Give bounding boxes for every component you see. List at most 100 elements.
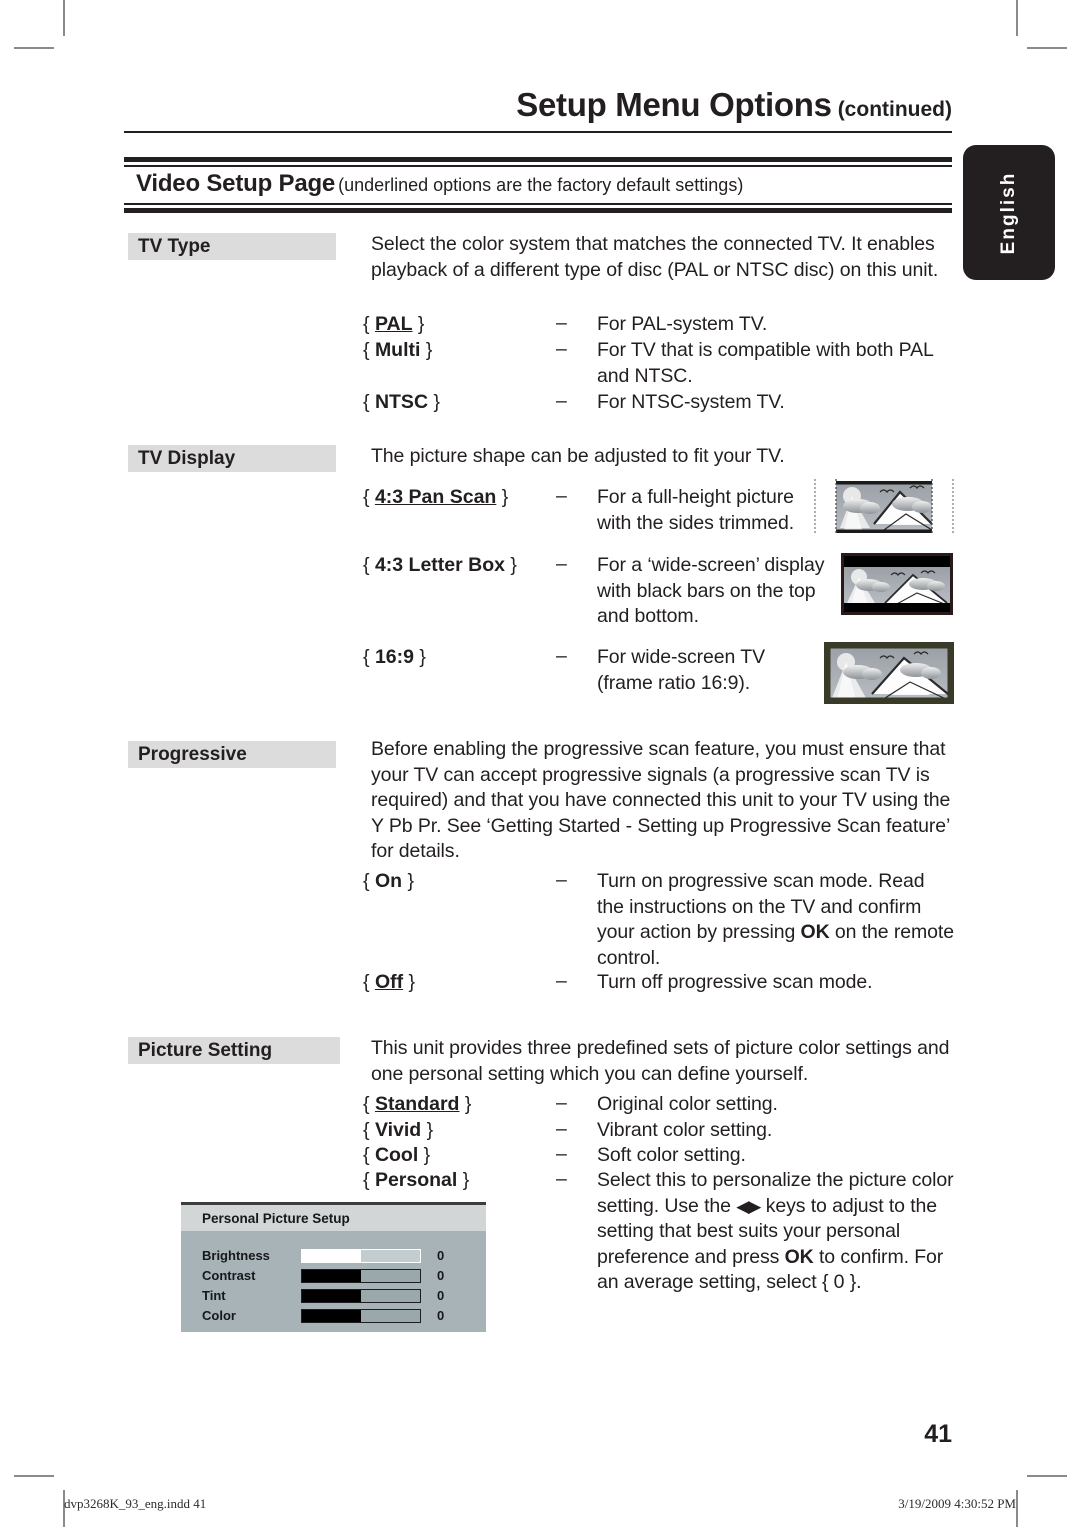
osd-row-value: 0 — [437, 1248, 445, 1263]
option-desc-sixteen-nine: For wide-screen TV (frame ratio 16:9). — [597, 646, 765, 694]
left-right-keys-icon: ◀▶ — [736, 1196, 761, 1216]
option-standard: { Standard } — [363, 1093, 472, 1115]
crop-mark-bottom-right-vertical — [1016, 1490, 1018, 1527]
option-progressive-on: { On } — [363, 870, 414, 892]
option-desc-ntsc: For NTSC-system TV. — [597, 391, 785, 413]
tv-thumbnail-letter-box — [841, 553, 953, 615]
option-pal: { PAL } — [363, 313, 425, 335]
osd-row-contrast[interactable]: Contrast 0 — [202, 1268, 472, 1284]
option-desc-letter-box: For a ‘wide-screen’ display with black b… — [597, 554, 825, 627]
option-multi: { Multi } — [363, 339, 433, 361]
desc-part-bold: OK — [800, 921, 830, 943]
section-label-text: TV Type — [138, 235, 211, 257]
option-vivid: { Vivid } — [363, 1119, 434, 1141]
band-note-text: (underlined options are the factory defa… — [338, 175, 744, 195]
osd-slider-brightness[interactable] — [301, 1249, 421, 1263]
band-rule-top-thick — [124, 157, 952, 162]
option-desc-multi: For TV that is compatible with both PAL … — [597, 339, 934, 387]
option-desc-progressive-on: Turn on progressive scan mode. Read the … — [597, 869, 955, 971]
option-dash: – — [556, 1143, 567, 1165]
section-label-picture-setting: Picture Setting — [128, 1037, 340, 1064]
section-label-tv-type: TV Type — [128, 233, 336, 260]
option-desc-vivid: Vibrant color setting. — [597, 1119, 773, 1141]
option-sixteen-nine: { 16:9 } — [363, 646, 426, 668]
desc-part-bold: OK — [784, 1245, 814, 1268]
osd-row-brightness[interactable]: Brightness 0 — [202, 1248, 472, 1264]
option-dash: – — [556, 553, 567, 575]
osd-title: Personal Picture Setup — [181, 1205, 486, 1231]
section-label-tv-display: TV Display — [128, 445, 336, 472]
option-term: On — [374, 870, 403, 892]
option-term: Vivid — [374, 1119, 422, 1141]
osd-row-label: Contrast — [202, 1268, 256, 1283]
option-dash: – — [556, 645, 567, 667]
osd-slider-fill — [302, 1310, 361, 1322]
option-desc-personal: Select this to personalize the picture c… — [597, 1168, 957, 1296]
osd-slider-fill — [302, 1270, 361, 1282]
osd-slider-color[interactable] — [301, 1309, 421, 1323]
band-title-text: Video Setup Page — [136, 170, 336, 197]
footer-timestamp: 3/19/2009 4:30:52 PM — [898, 1496, 1016, 1511]
personal-picture-setup-osd: Personal Picture Setup Brightness 0 Cont… — [181, 1202, 486, 1332]
crop-mark-bottom-left-horizontal — [14, 1475, 54, 1477]
osd-row-color[interactable]: Color 0 — [202, 1308, 472, 1324]
osd-row-label: Color — [202, 1308, 236, 1323]
option-term: NTSC — [374, 391, 429, 413]
section-label-text: Picture Setting — [138, 1039, 273, 1061]
option-personal: { Personal } — [363, 1169, 470, 1191]
option-desc-progressive-off: Turn off progressive scan mode. — [597, 971, 873, 993]
option-term: Multi — [374, 339, 421, 361]
page-title: Setup Menu Options (continued) — [124, 86, 952, 124]
footer-filename: dvp3268K_93_eng.indd 41 — [64, 1496, 207, 1511]
osd-row-tint[interactable]: Tint 0 — [202, 1288, 472, 1304]
band-rule-bottom-thin — [124, 203, 952, 205]
osd-slider-tint[interactable] — [301, 1289, 421, 1303]
option-term: 16:9 — [374, 646, 414, 668]
option-term: Personal — [374, 1169, 458, 1191]
option-desc-cool: Soft color setting. — [597, 1144, 746, 1166]
option-term: 4:3 Pan Scan — [374, 486, 497, 508]
option-ntsc: { NTSC } — [363, 391, 440, 413]
page-title-main: Setup Menu Options — [516, 86, 832, 123]
option-dash: – — [556, 970, 567, 992]
option-progressive-off: { Off } — [363, 971, 416, 993]
option-term: Standard — [374, 1093, 460, 1115]
option-letter-box: { 4:3 Letter Box } — [363, 554, 517, 576]
osd-row-label: Brightness — [202, 1248, 270, 1263]
option-desc-pan-scan: For a full-height picture with the sides… — [597, 486, 795, 534]
option-dash: – — [556, 485, 567, 507]
tv-thumbnail-wide-screen — [824, 642, 954, 704]
option-pan-scan: { 4:3 Pan Scan } — [363, 486, 509, 508]
section-label-text: Progressive — [138, 743, 247, 765]
option-term: Off — [374, 971, 404, 993]
band-rule-top-thin — [124, 165, 952, 167]
language-tab-label: English — [998, 171, 1019, 254]
page-title-continued: (continued) — [837, 98, 952, 121]
page-number: 41 — [924, 1420, 952, 1448]
title-rule — [124, 131, 952, 133]
option-term: PAL — [374, 313, 413, 335]
option-dash: – — [556, 1092, 567, 1114]
option-dash: – — [556, 1118, 567, 1140]
band-rule-bottom-thick — [124, 208, 952, 213]
crop-mark-bottom-right-horizontal — [1027, 1475, 1067, 1477]
language-tab: English — [963, 145, 1055, 280]
crop-mark-top-right-vertical — [1016, 0, 1018, 36]
option-dash: – — [556, 1168, 567, 1190]
section-band-title: Video Setup Page (underlined options are … — [136, 170, 743, 198]
tv-thumbnail-pan-scan — [814, 478, 954, 536]
option-dash: – — [556, 390, 567, 412]
crop-mark-top-left-horizontal — [14, 47, 54, 49]
osd-row-value: 0 — [437, 1288, 445, 1303]
osd-slider-fill — [302, 1290, 361, 1302]
option-dash: – — [556, 869, 567, 891]
option-term: 4:3 Letter Box — [374, 554, 505, 576]
manual-page: Setup Menu Options (continued) Video Setu… — [0, 0, 1080, 1527]
osd-slider-fill — [302, 1250, 361, 1262]
option-desc-pal: For PAL-system TV. — [597, 313, 768, 335]
osd-slider-contrast[interactable] — [301, 1269, 421, 1283]
picture-setting-intro: This unit provides three predefined sets… — [371, 1037, 950, 1085]
tv-display-intro: The picture shape can be adjusted to fit… — [371, 445, 785, 467]
tv-type-intro: Select the color system that matches the… — [371, 233, 939, 281]
section-label-progressive: Progressive — [128, 741, 336, 768]
